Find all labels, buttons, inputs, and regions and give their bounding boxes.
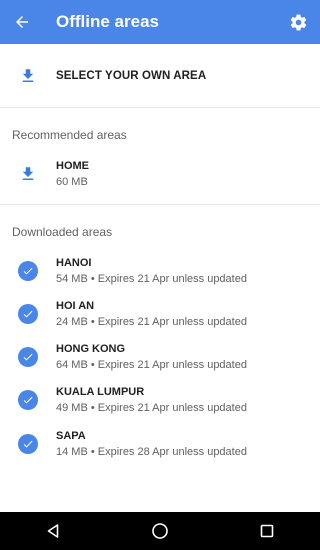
check-circle-icon — [18, 434, 38, 454]
arrow-back-icon[interactable] — [11, 11, 33, 33]
area-meta: 24 MB • Expires 21 Apr unless updated — [56, 316, 247, 328]
divider — [0, 204, 320, 205]
page-title: Offline areas — [56, 12, 159, 31]
check-circle-icon — [18, 347, 38, 367]
area-name: HANOI — [56, 257, 92, 269]
list-item-hong-kong[interactable]: HONG KONG 64 MB • Expires 21 Apr unless … — [0, 337, 320, 377]
recommended-areas-header: Recommended areas — [12, 128, 127, 142]
check-circle-icon — [18, 390, 38, 410]
area-meta: 54 MB • Expires 21 Apr unless updated — [56, 273, 247, 285]
area-meta: 14 MB • Expires 28 Apr unless updated — [56, 446, 247, 458]
area-name: HOI AN — [56, 300, 95, 312]
app-bar: Offline areas — [0, 0, 320, 44]
area-meta: 64 MB • Expires 21 Apr unless updated — [56, 359, 247, 371]
check-circle-icon — [18, 304, 38, 324]
select-own-area-button[interactable]: SELECT YOUR OWN AREA — [0, 44, 320, 107]
divider — [0, 107, 320, 108]
list-item-hoi-an[interactable]: HOI AN 24 MB • Expires 21 Apr unless upd… — [0, 294, 320, 334]
download-icon — [17, 65, 39, 87]
gear-icon[interactable] — [287, 11, 309, 33]
area-name: SAPA — [56, 430, 86, 442]
nav-back-icon[interactable] — [41, 519, 65, 543]
nav-recents-icon[interactable] — [255, 519, 279, 543]
system-nav-bar — [0, 512, 320, 550]
area-name: KUALA LUMPUR — [56, 386, 145, 398]
list-item-sapa[interactable]: SAPA 14 MB • Expires 28 Apr unless updat… — [0, 424, 320, 464]
area-meta: 49 MB • Expires 21 Apr unless updated — [56, 402, 247, 414]
list-item-home[interactable]: HOME 60 MB — [0, 154, 320, 194]
area-name: HONG KONG — [56, 343, 126, 355]
downloaded-areas-header: Downloaded areas — [12, 225, 113, 239]
list-item-kuala-lumpur[interactable]: KUALA LUMPUR 49 MB • Expires 21 Apr unle… — [0, 380, 320, 420]
list-item-hanoi[interactable]: HANOI 54 MB • Expires 21 Apr unless upda… — [0, 251, 320, 291]
nav-home-icon[interactable] — [148, 519, 172, 543]
check-circle-icon — [18, 261, 38, 281]
area-name: HOME — [56, 160, 89, 172]
select-own-area-label: SELECT YOUR OWN AREA — [56, 69, 207, 82]
area-meta: 60 MB — [56, 176, 88, 188]
download-icon — [17, 163, 39, 185]
